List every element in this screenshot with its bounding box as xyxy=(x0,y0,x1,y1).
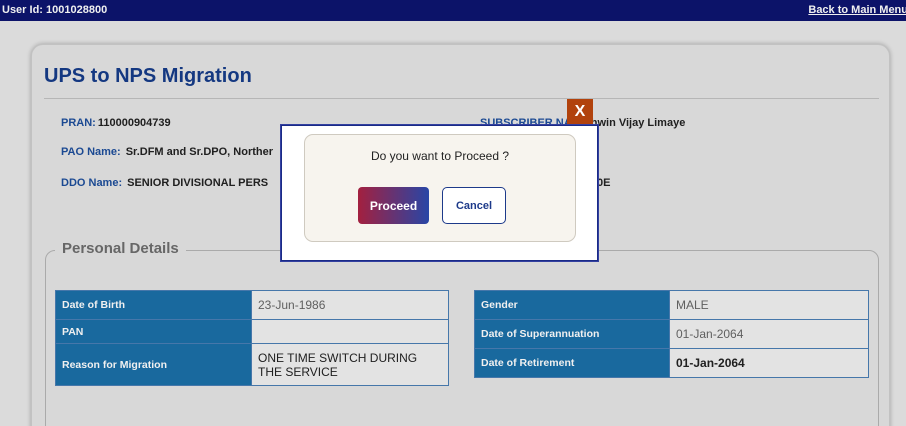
cancel-button[interactable]: Cancel xyxy=(442,187,506,224)
close-icon[interactable]: X xyxy=(567,99,593,124)
dialog-content: Do you want to Proceed ? Proceed Cancel xyxy=(304,134,576,242)
proceed-button[interactable]: Proceed xyxy=(358,187,429,224)
dialog-message: Do you want to Proceed ? xyxy=(370,149,510,163)
confirm-dialog: Do you want to Proceed ? Proceed Cancel xyxy=(281,125,598,261)
